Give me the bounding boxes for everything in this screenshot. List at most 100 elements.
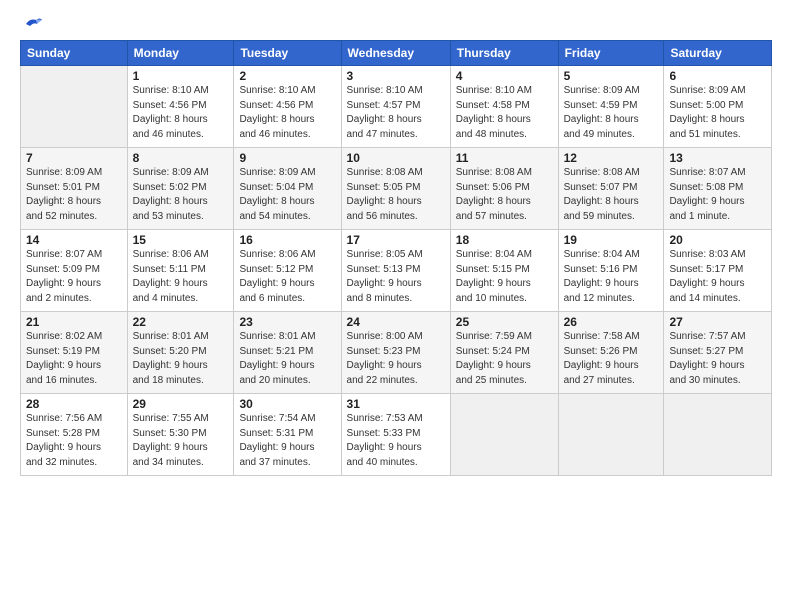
calendar-cell: 12Sunrise: 8:08 AM Sunset: 5:07 PM Dayli… — [558, 148, 664, 230]
weekday-thursday: Thursday — [450, 41, 558, 66]
calendar-cell: 3Sunrise: 8:10 AM Sunset: 4:57 PM Daylig… — [341, 66, 450, 148]
calendar-cell: 10Sunrise: 8:08 AM Sunset: 5:05 PM Dayli… — [341, 148, 450, 230]
day-info: Sunrise: 8:07 AM Sunset: 5:09 PM Dayligh… — [26, 248, 122, 306]
day-number: 31 — [347, 397, 445, 411]
calendar-cell: 13Sunrise: 8:07 AM Sunset: 5:08 PM Dayli… — [664, 148, 772, 230]
day-info: Sunrise: 8:01 AM Sunset: 5:20 PM Dayligh… — [133, 330, 229, 388]
day-number: 7 — [26, 151, 122, 165]
calendar-cell: 19Sunrise: 8:04 AM Sunset: 5:16 PM Dayli… — [558, 230, 664, 312]
calendar-cell: 15Sunrise: 8:06 AM Sunset: 5:11 PM Dayli… — [127, 230, 234, 312]
day-number: 22 — [133, 315, 229, 329]
day-number: 2 — [239, 69, 335, 83]
calendar-cell: 7Sunrise: 8:09 AM Sunset: 5:01 PM Daylig… — [21, 148, 128, 230]
day-info: Sunrise: 8:04 AM Sunset: 5:16 PM Dayligh… — [564, 248, 659, 306]
day-number: 21 — [26, 315, 122, 329]
day-number: 14 — [26, 233, 122, 247]
day-info: Sunrise: 8:08 AM Sunset: 5:07 PM Dayligh… — [564, 166, 659, 224]
day-number: 15 — [133, 233, 229, 247]
day-info: Sunrise: 7:53 AM Sunset: 5:33 PM Dayligh… — [347, 412, 445, 470]
day-info: Sunrise: 8:10 AM Sunset: 4:56 PM Dayligh… — [133, 84, 229, 142]
day-number: 28 — [26, 397, 122, 411]
day-info: Sunrise: 8:10 AM Sunset: 4:58 PM Dayligh… — [456, 84, 553, 142]
calendar-cell: 22Sunrise: 8:01 AM Sunset: 5:20 PM Dayli… — [127, 312, 234, 394]
calendar-cell — [450, 394, 558, 476]
calendar-cell: 25Sunrise: 7:59 AM Sunset: 5:24 PM Dayli… — [450, 312, 558, 394]
weekday-wednesday: Wednesday — [341, 41, 450, 66]
calendar-cell: 17Sunrise: 8:05 AM Sunset: 5:13 PM Dayli… — [341, 230, 450, 312]
day-info: Sunrise: 8:08 AM Sunset: 5:05 PM Dayligh… — [347, 166, 445, 224]
week-row-3: 14Sunrise: 8:07 AM Sunset: 5:09 PM Dayli… — [21, 230, 772, 312]
calendar-cell: 2Sunrise: 8:10 AM Sunset: 4:56 PM Daylig… — [234, 66, 341, 148]
day-number: 1 — [133, 69, 229, 83]
day-info: Sunrise: 8:02 AM Sunset: 5:19 PM Dayligh… — [26, 330, 122, 388]
calendar-cell: 6Sunrise: 8:09 AM Sunset: 5:00 PM Daylig… — [664, 66, 772, 148]
day-info: Sunrise: 8:01 AM Sunset: 5:21 PM Dayligh… — [239, 330, 335, 388]
day-number: 18 — [456, 233, 553, 247]
page: SundayMondayTuesdayWednesdayThursdayFrid… — [0, 0, 792, 612]
weekday-monday: Monday — [127, 41, 234, 66]
calendar-cell: 31Sunrise: 7:53 AM Sunset: 5:33 PM Dayli… — [341, 394, 450, 476]
day-number: 9 — [239, 151, 335, 165]
calendar-cell: 16Sunrise: 8:06 AM Sunset: 5:12 PM Dayli… — [234, 230, 341, 312]
calendar: SundayMondayTuesdayWednesdayThursdayFrid… — [20, 40, 772, 476]
week-row-4: 21Sunrise: 8:02 AM Sunset: 5:19 PM Dayli… — [21, 312, 772, 394]
calendar-cell: 4Sunrise: 8:10 AM Sunset: 4:58 PM Daylig… — [450, 66, 558, 148]
day-info: Sunrise: 8:06 AM Sunset: 5:11 PM Dayligh… — [133, 248, 229, 306]
day-info: Sunrise: 8:10 AM Sunset: 4:57 PM Dayligh… — [347, 84, 445, 142]
calendar-cell — [21, 66, 128, 148]
day-info: Sunrise: 8:08 AM Sunset: 5:06 PM Dayligh… — [456, 166, 553, 224]
day-info: Sunrise: 7:54 AM Sunset: 5:31 PM Dayligh… — [239, 412, 335, 470]
weekday-saturday: Saturday — [664, 41, 772, 66]
day-number: 30 — [239, 397, 335, 411]
day-number: 17 — [347, 233, 445, 247]
day-info: Sunrise: 8:09 AM Sunset: 5:01 PM Dayligh… — [26, 166, 122, 224]
day-info: Sunrise: 8:07 AM Sunset: 5:08 PM Dayligh… — [669, 166, 766, 224]
day-number: 19 — [564, 233, 659, 247]
day-number: 11 — [456, 151, 553, 165]
day-info: Sunrise: 7:59 AM Sunset: 5:24 PM Dayligh… — [456, 330, 553, 388]
calendar-body: 1Sunrise: 8:10 AM Sunset: 4:56 PM Daylig… — [21, 66, 772, 476]
calendar-cell: 24Sunrise: 8:00 AM Sunset: 5:23 PM Dayli… — [341, 312, 450, 394]
day-number: 24 — [347, 315, 445, 329]
calendar-cell: 30Sunrise: 7:54 AM Sunset: 5:31 PM Dayli… — [234, 394, 341, 476]
day-number: 13 — [669, 151, 766, 165]
day-info: Sunrise: 8:04 AM Sunset: 5:15 PM Dayligh… — [456, 248, 553, 306]
day-number: 5 — [564, 69, 659, 83]
weekday-header-row: SundayMondayTuesdayWednesdayThursdayFrid… — [21, 41, 772, 66]
calendar-cell: 28Sunrise: 7:56 AM Sunset: 5:28 PM Dayli… — [21, 394, 128, 476]
calendar-cell: 21Sunrise: 8:02 AM Sunset: 5:19 PM Dayli… — [21, 312, 128, 394]
day-info: Sunrise: 7:57 AM Sunset: 5:27 PM Dayligh… — [669, 330, 766, 388]
day-info: Sunrise: 8:00 AM Sunset: 5:23 PM Dayligh… — [347, 330, 445, 388]
day-number: 20 — [669, 233, 766, 247]
weekday-friday: Friday — [558, 41, 664, 66]
calendar-cell — [558, 394, 664, 476]
header — [20, 18, 772, 32]
calendar-cell: 9Sunrise: 8:09 AM Sunset: 5:04 PM Daylig… — [234, 148, 341, 230]
day-info: Sunrise: 8:09 AM Sunset: 5:04 PM Dayligh… — [239, 166, 335, 224]
calendar-cell: 20Sunrise: 8:03 AM Sunset: 5:17 PM Dayli… — [664, 230, 772, 312]
calendar-cell: 23Sunrise: 8:01 AM Sunset: 5:21 PM Dayli… — [234, 312, 341, 394]
day-info: Sunrise: 8:09 AM Sunset: 4:59 PM Dayligh… — [564, 84, 659, 142]
day-info: Sunrise: 8:10 AM Sunset: 4:56 PM Dayligh… — [239, 84, 335, 142]
calendar-cell: 27Sunrise: 7:57 AM Sunset: 5:27 PM Dayli… — [664, 312, 772, 394]
week-row-1: 1Sunrise: 8:10 AM Sunset: 4:56 PM Daylig… — [21, 66, 772, 148]
logo — [20, 18, 44, 32]
day-number: 8 — [133, 151, 229, 165]
day-info: Sunrise: 7:55 AM Sunset: 5:30 PM Dayligh… — [133, 412, 229, 470]
day-number: 6 — [669, 69, 766, 83]
calendar-header: SundayMondayTuesdayWednesdayThursdayFrid… — [21, 41, 772, 66]
day-number: 27 — [669, 315, 766, 329]
day-info: Sunrise: 8:09 AM Sunset: 5:00 PM Dayligh… — [669, 84, 766, 142]
day-number: 3 — [347, 69, 445, 83]
calendar-cell: 14Sunrise: 8:07 AM Sunset: 5:09 PM Dayli… — [21, 230, 128, 312]
day-number: 12 — [564, 151, 659, 165]
day-info: Sunrise: 7:56 AM Sunset: 5:28 PM Dayligh… — [26, 412, 122, 470]
calendar-cell — [664, 394, 772, 476]
weekday-tuesday: Tuesday — [234, 41, 341, 66]
day-number: 23 — [239, 315, 335, 329]
day-number: 29 — [133, 397, 229, 411]
logo-bird-icon — [22, 14, 44, 36]
calendar-cell: 18Sunrise: 8:04 AM Sunset: 5:15 PM Dayli… — [450, 230, 558, 312]
calendar-cell: 8Sunrise: 8:09 AM Sunset: 5:02 PM Daylig… — [127, 148, 234, 230]
day-info: Sunrise: 8:06 AM Sunset: 5:12 PM Dayligh… — [239, 248, 335, 306]
